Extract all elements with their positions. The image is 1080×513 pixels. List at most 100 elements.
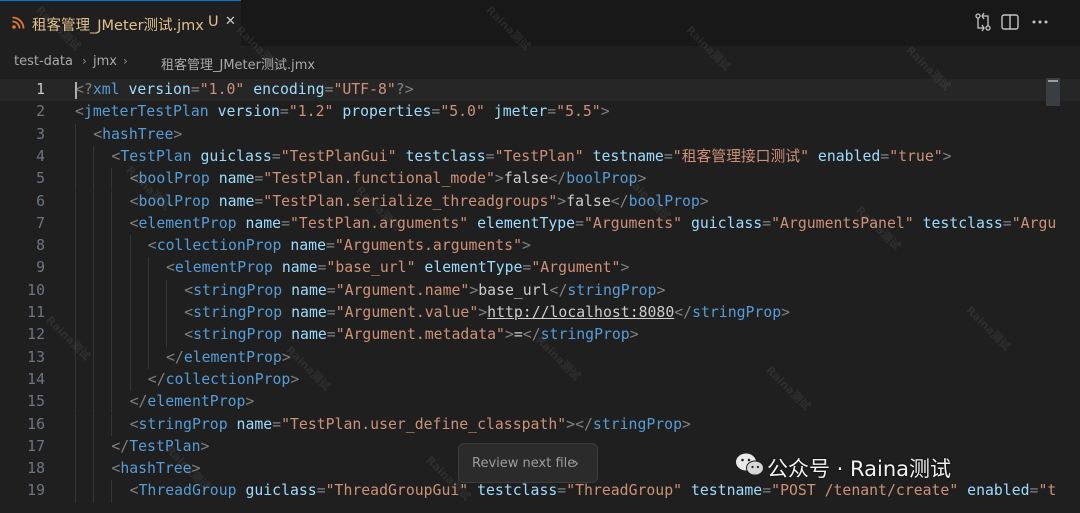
indent-guide: [111, 302, 113, 325]
indent-guide: [75, 190, 76, 213]
indent-guide: [129, 324, 131, 347]
indent-guide: [147, 257, 149, 280]
indent-guide: [75, 279, 76, 302]
indent-guide: [166, 279, 167, 302]
close-tab-icon[interactable]: ✕: [225, 14, 236, 29]
untracked-status-badge: U: [208, 14, 219, 30]
chevron-right-icon: ›: [573, 454, 579, 472]
code-text: <elementProp name="base_url" elementType…: [166, 259, 630, 277]
url-link[interactable]: http://localhost:8080: [487, 304, 674, 321]
code-line[interactable]: 1 <?xml version="1.0" encoding="UTF-8"?>: [0, 79, 1080, 102]
indent-guide: [129, 257, 131, 280]
line-number: 2: [36, 103, 45, 121]
more-actions-icon[interactable]: [1030, 12, 1050, 32]
indent-guide: [93, 324, 95, 347]
breadcrumb-folder-test-data[interactable]: test-data: [14, 54, 73, 69]
indent-guide: [111, 190, 113, 213]
chevron-right-icon: ›: [123, 54, 128, 68]
indent-guide: [111, 346, 113, 369]
indent-guide: [129, 279, 131, 302]
code-text: <stringProp name="Argument.value">http:/…: [184, 304, 791, 321]
indent-guide: [93, 302, 95, 325]
indent-guide: [75, 302, 76, 325]
indent-guide: [75, 235, 76, 258]
indent-guide: [166, 324, 167, 347]
indent-guide: [75, 435, 76, 459]
indent-guide: [75, 413, 76, 436]
code-line[interactable]: 15 </elementProp>: [0, 391, 1080, 414]
code-text: <collectionProp name="Arguments.argument…: [147, 237, 531, 255]
code-line[interactable]: 16 <stringProp name="TestPlan.user_define…: [0, 413, 1080, 436]
indent-guide: [93, 413, 95, 436]
code-line[interactable]: 11 <stringProp name="Argument.value">http…: [0, 302, 1080, 325]
line-number: 7: [36, 214, 45, 232]
code-text: <stringProp name="TestPlan.user_define_c…: [129, 415, 691, 433]
indent-guide: [75, 212, 76, 236]
code-text: <?xml version="1.0" encoding="UTF-8"?>: [75, 81, 414, 98]
indent-guide: [147, 279, 149, 302]
breadcrumb-folder-jmx[interactable]: jmx: [93, 54, 117, 69]
indent-guide: [111, 168, 113, 191]
line-number: 3: [36, 125, 45, 143]
code-text: <TestPlan guiclass="TestPlanGui" testcla…: [111, 147, 952, 165]
line-number: 1: [36, 81, 45, 98]
code-text: <boolProp name="TestPlan.functional_mode…: [129, 170, 647, 188]
text-cursor: [75, 82, 77, 99]
code-text: </collectionProp>: [147, 370, 300, 388]
indent-guide: [75, 257, 76, 280]
chevron-right-icon: ›: [82, 54, 87, 68]
split-editor-icon[interactable]: [1000, 12, 1020, 32]
code-line[interactable]: 5 <boolProp name="TestPlan.functional_mod…: [0, 168, 1080, 191]
review-next-file-label: Review next file: [472, 456, 576, 471]
indent-guide: [93, 458, 95, 481]
tab-active-file[interactable]: 租客管理_JMeter测试.jmx U ✕: [0, 0, 241, 46]
line-number: 14: [27, 370, 45, 388]
indent-guide: [75, 168, 76, 191]
indent-guide: [93, 212, 95, 236]
line-number: 8: [36, 237, 45, 255]
indent-guide: [147, 346, 149, 369]
line-number: 11: [27, 304, 45, 321]
indent-guide: [75, 145, 76, 169]
indent-guide: [93, 168, 95, 191]
line-number: 12: [27, 326, 45, 344]
indent-guide: [93, 145, 95, 169]
breadcrumb-file[interactable]: 租客管理_JMeter测试.jmx: [161, 54, 315, 73]
indent-guide: [93, 435, 95, 459]
line-number: 15: [27, 393, 45, 411]
compare-changes-icon[interactable]: [973, 12, 993, 32]
indent-guide: [111, 212, 113, 236]
indent-guide: [93, 368, 95, 392]
indent-guide: [93, 346, 95, 369]
code-line[interactable]: 2 <jmeterTestPlan version="1.2" propertie…: [0, 101, 1080, 123]
code-text: <elementProp name="TestPlan.arguments" e…: [129, 214, 1057, 232]
code-text: <stringProp name="Argument.metadata">=</…: [184, 326, 639, 344]
code-text: </elementProp>: [129, 393, 255, 411]
indent-guide: [111, 391, 113, 414]
indent-guide: [75, 480, 76, 503]
tab-bar: 租客管理_JMeter测试.jmx U ✕: [0, 0, 1080, 46]
line-number: 5: [36, 170, 45, 188]
indent-guide: [93, 480, 95, 503]
review-next-file-button[interactable]: Review next file ›: [458, 443, 598, 483]
code-line[interactable]: 19 <ThreadGroup guiclass="ThreadGroupGui"…: [0, 480, 1080, 503]
indent-guide: [147, 302, 149, 325]
code-line[interactable]: 9 <elementProp name="base_url" elementTyp…: [0, 257, 1080, 280]
indent-guide: [93, 257, 95, 280]
indent-guide: [111, 279, 113, 302]
code-text: <jmeterTestPlan version="1.2" properties…: [75, 103, 610, 121]
code-line[interactable]: 4 <TestPlan guiclass="TestPlanGui" testcl…: [0, 145, 1080, 169]
line-number: 18: [27, 460, 45, 478]
attribution-watermark: 公众号 · Raina测试: [767, 457, 952, 481]
code-line[interactable]: 14 </collectionProp>: [0, 368, 1080, 392]
indent-guide: [93, 279, 95, 302]
line-number: 16: [27, 415, 45, 433]
minimap-line: [1048, 80, 1058, 82]
code-line[interactable]: 7 <elementProp name="TestPlan.arguments" …: [0, 212, 1080, 236]
code-line[interactable]: 3 <hashTree>: [0, 123, 1080, 146]
indent-guide: [75, 458, 76, 481]
code-line[interactable]: 8 <collectionProp name="Arguments.argumen…: [0, 235, 1080, 258]
code-line[interactable]: 10 <stringProp name="Argument.name">base_…: [0, 279, 1080, 302]
code-text: <boolProp name="TestPlan.serialize_threa…: [129, 192, 709, 210]
minimap-slider[interactable]: [1046, 78, 1060, 106]
